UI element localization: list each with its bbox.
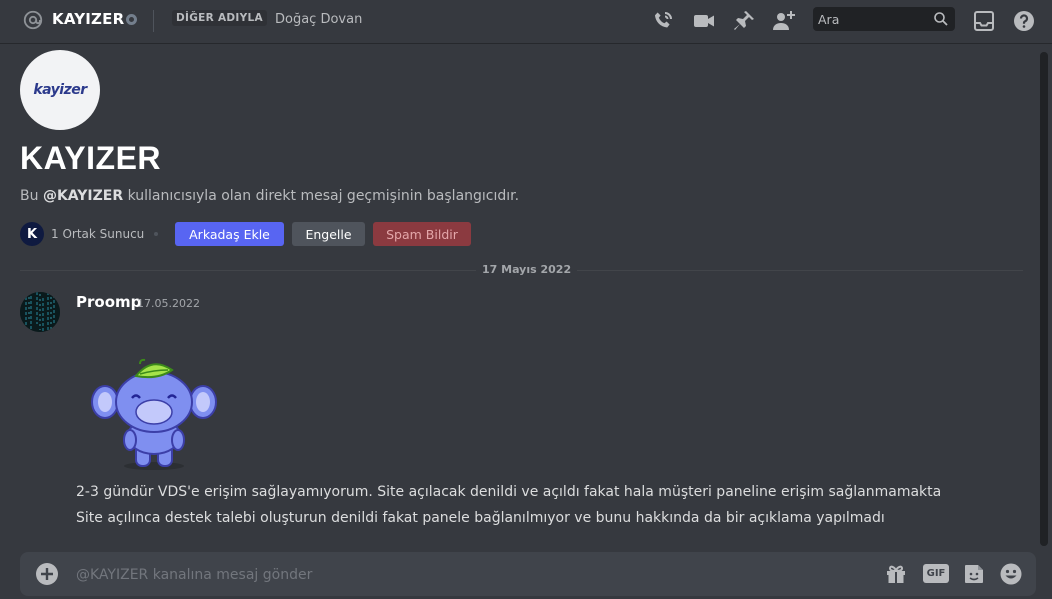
nickname-tag: DİĞER ADIYLA [172, 10, 267, 26]
intro-prefix: Bu [20, 188, 43, 204]
voice-call-icon[interactable] [651, 9, 675, 33]
dm-recipient-name: KAYIZER [52, 10, 125, 28]
inbox-icon[interactable] [972, 9, 996, 33]
profile-name: KAYIZER [20, 140, 162, 176]
dm-intro-text: Bu @KAYIZER kullanıcısıyla olan direkt m… [20, 188, 519, 204]
message-line: Site açılınca destek talebi oluşturun de… [76, 510, 885, 526]
scrollbar-thumb[interactable] [1040, 52, 1048, 546]
message-composer: GIF [20, 552, 1036, 596]
block-button[interactable]: Engelle [292, 222, 365, 246]
add-friend-button[interactable]: Arkadaş Ekle [175, 222, 284, 246]
mutual-servers-label[interactable]: 1 Ortak Sunucu [51, 227, 144, 241]
add-user-icon[interactable] [772, 9, 796, 33]
mutual-server-icon[interactable]: K [20, 222, 44, 246]
intro-username: @KAYIZER [42, 188, 124, 204]
message-line: 2-3 gündür VDS'e erişim sağlayamıyorum. … [76, 484, 942, 500]
sticker-picker-icon[interactable] [962, 562, 986, 586]
report-spam-button[interactable]: Spam Bildir [373, 222, 471, 246]
gift-icon[interactable] [884, 562, 908, 586]
author-avatar-image [20, 292, 60, 332]
recipient-avatar[interactable]: kayizer [20, 50, 100, 130]
separator-dot [154, 232, 158, 236]
author-avatar[interactable] [20, 292, 60, 332]
wumpus-sticker-icon[interactable] [88, 356, 224, 476]
message-author[interactable]: Proomp [76, 293, 141, 311]
mutual-servers[interactable]: K [20, 222, 44, 246]
kayizer-logo: kayizer [33, 82, 87, 98]
search-box[interactable] [813, 7, 955, 31]
header-divider [153, 10, 154, 32]
nickname: Doğaç Dovan [275, 12, 363, 27]
search-input[interactable] [818, 11, 928, 27]
message-timestamp: 17.05.2022 [137, 297, 200, 310]
help-icon[interactable] [1012, 9, 1036, 33]
offline-status-icon [126, 14, 137, 25]
upload-plus-icon[interactable] [36, 563, 58, 585]
video-call-icon[interactable] [692, 9, 716, 33]
channel-header: KAYIZER DİĞER ADIYLA Doğaç Dovan [0, 0, 1052, 44]
date-divider-label: 17 Mayıs 2022 [476, 263, 578, 276]
gif-picker-icon[interactable]: GIF [923, 564, 949, 583]
intro-suffix: kullanıcısıyla olan direkt mesaj geçmişi… [123, 188, 520, 204]
search-icon [934, 12, 948, 26]
pinned-messages-icon[interactable] [732, 9, 756, 33]
emoji-picker-icon[interactable] [999, 562, 1023, 586]
at-sign-icon [23, 10, 43, 30]
message-input[interactable] [76, 565, 856, 585]
